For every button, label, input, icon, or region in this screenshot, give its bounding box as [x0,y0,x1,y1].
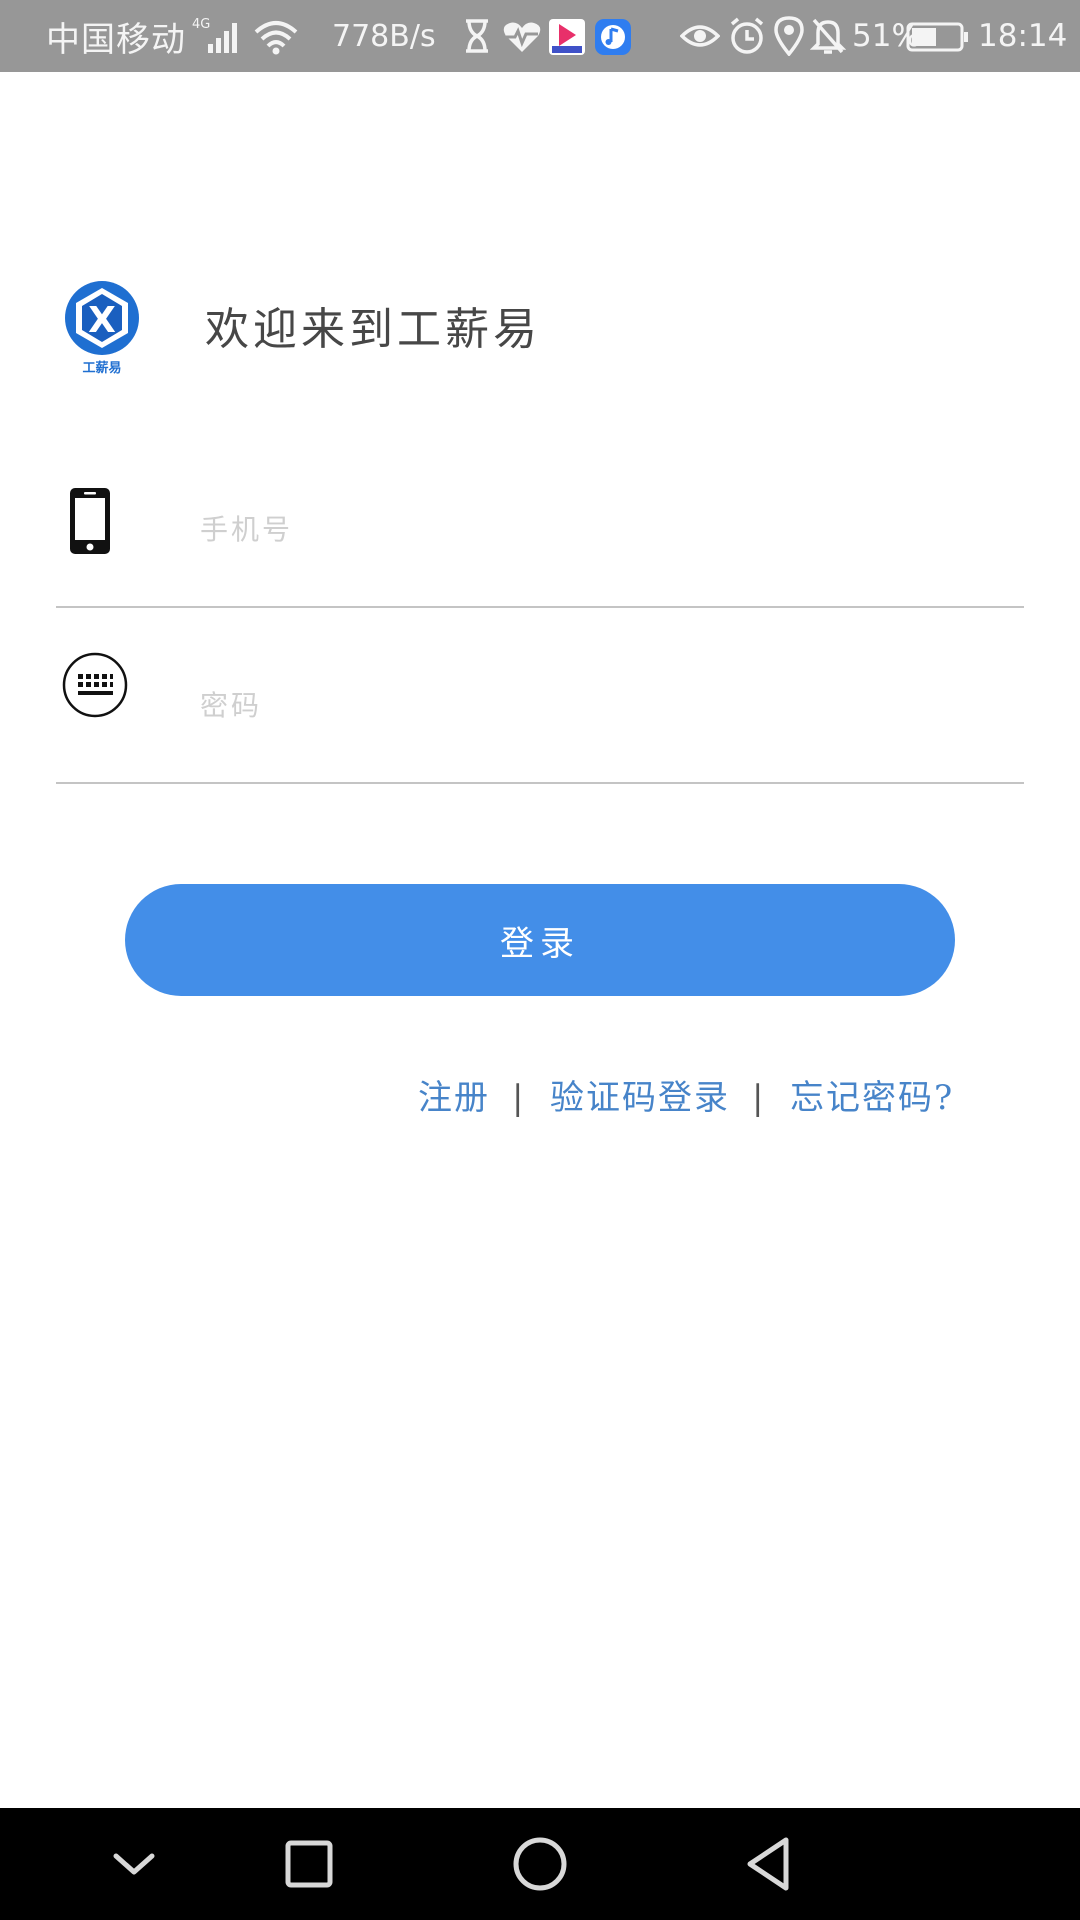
wifi-icon [254,21,298,55]
link-separator: | [512,1078,526,1118]
network-type-label: 4G [192,17,210,32]
clock: 18:14 [978,18,1068,54]
sms-login-link[interactable]: 验证码登录 [550,1072,730,1124]
chevron-down-icon[interactable] [98,1828,170,1900]
hourglass-icon [466,19,488,53]
triangle-back-icon[interactable] [734,1828,806,1900]
forgot-password-link[interactable]: 忘记密码? [790,1072,954,1124]
square-icon[interactable] [273,1828,345,1900]
welcome-title: 欢迎来到工薪易 [205,304,541,355]
battery-icon [906,22,968,52]
keyboard-icon [62,652,128,718]
app-notification-icon [549,19,585,55]
logo-letter: X [88,300,116,341]
phone-input[interactable] [200,494,980,564]
circle-icon[interactable] [504,1828,576,1900]
mute-icon [810,18,846,54]
phone-icon [70,488,110,554]
location-icon [774,16,804,56]
logo-icon: X 工薪易 [65,281,139,376]
heart-rate-icon [503,22,541,52]
app-logo: X 工薪易 [64,280,140,376]
net-speed: 778B/s [332,18,436,54]
password-field [56,652,1024,784]
phone-field [56,488,1024,608]
eye-icon [680,25,720,47]
login-button[interactable]: 登录 [125,884,955,996]
navigation-bar [0,1808,1080,1920]
signal-icon: 4G [192,17,237,53]
status-bar: 中国移动 4G 778B/s 51% 18:14 [0,0,1080,72]
login-screen: 中国移动 4G 778B/s 51% 18:14 X 工薪易 欢迎来到工薪易 手… [0,0,1080,1920]
logo-text: 工薪易 [82,360,121,376]
carrier-name: 中国移动 [46,19,186,60]
alarm-icon [730,17,764,54]
register-link[interactable]: 注册 [418,1072,490,1124]
password-input[interactable] [200,670,980,740]
music-app-icon [595,19,631,55]
link-separator: | [752,1078,766,1118]
